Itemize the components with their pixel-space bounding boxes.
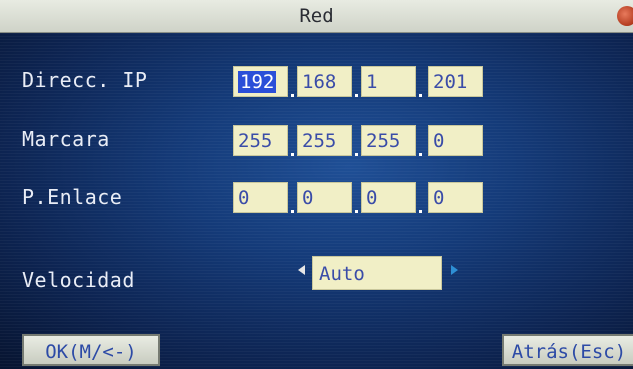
mask-octet-2-field[interactable]: 255 bbox=[297, 125, 352, 156]
octet-separator bbox=[419, 94, 422, 97]
close-icon[interactable] bbox=[617, 6, 633, 26]
ip-address-label: Direcc. IP bbox=[22, 68, 148, 92]
ip-octet-1-value: 192 bbox=[238, 71, 277, 93]
octet-separator bbox=[291, 94, 294, 97]
subnet-mask-label: Marcara bbox=[22, 127, 110, 151]
mask-octet-4-field[interactable]: 0 bbox=[428, 125, 483, 156]
gateway-label: P.Enlace bbox=[22, 185, 123, 209]
octet-separator bbox=[355, 153, 358, 156]
ip-octet-4-field[interactable]: 201 bbox=[428, 66, 483, 97]
arrow-right-icon[interactable] bbox=[451, 265, 458, 275]
mask-octet-1-field[interactable]: 255 bbox=[233, 125, 288, 156]
title-bar: Red bbox=[0, 0, 633, 33]
gateway-octet-2-field[interactable]: 0 bbox=[297, 182, 352, 213]
octet-separator bbox=[291, 210, 294, 213]
octet-separator bbox=[355, 210, 358, 213]
gateway-octet-1-field[interactable]: 0 bbox=[233, 182, 288, 213]
octet-separator bbox=[291, 153, 294, 156]
back-button[interactable]: Atrás(Esc) bbox=[502, 334, 633, 366]
gateway-octet-3-field[interactable]: 0 bbox=[361, 182, 416, 213]
octet-separator bbox=[419, 153, 422, 156]
ok-button[interactable]: OK(M/<-) bbox=[22, 334, 160, 366]
ip-octet-1-field[interactable]: 192 bbox=[233, 66, 288, 97]
arrow-left-icon[interactable] bbox=[298, 265, 305, 275]
network-settings-screen: Red Direcc. IP 192 168 1 201 Marcara 255… bbox=[0, 0, 633, 369]
ip-octet-3-field[interactable]: 1 bbox=[361, 66, 416, 97]
speed-selector[interactable]: Auto bbox=[312, 256, 442, 290]
window-title: Red bbox=[299, 5, 334, 27]
octet-separator bbox=[419, 210, 422, 213]
octet-separator bbox=[355, 94, 358, 97]
gateway-octet-4-field[interactable]: 0 bbox=[428, 182, 483, 213]
speed-label: Velocidad bbox=[22, 268, 135, 292]
mask-octet-3-field[interactable]: 255 bbox=[361, 125, 416, 156]
ip-octet-2-field[interactable]: 168 bbox=[297, 66, 352, 97]
